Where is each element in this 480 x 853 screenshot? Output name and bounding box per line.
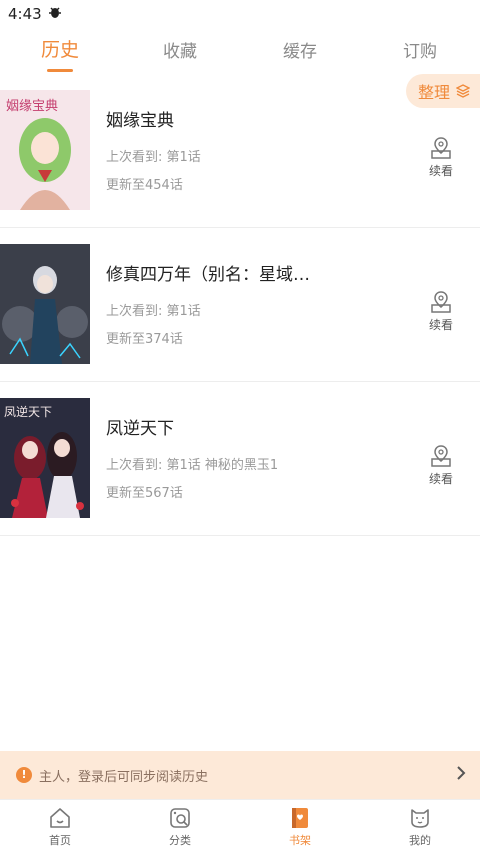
- cover-title-text: 凤逆天下: [4, 404, 52, 419]
- layers-icon: [456, 84, 471, 98]
- tab-history[interactable]: 历史: [0, 28, 120, 74]
- continue-button[interactable]: 续看: [426, 290, 456, 333]
- continue-button[interactable]: 续看: [426, 136, 456, 179]
- alert-icon: !: [16, 767, 32, 783]
- location-pin-icon: [431, 137, 451, 159]
- update-status: 更新至454话: [106, 178, 183, 193]
- update-status: 更新至567话: [106, 486, 183, 501]
- list-item[interactable]: 凤逆天下 凤逆天下 上次看到: 第1话 神秘的黑玉1 更新至567话 续看: [0, 382, 480, 536]
- login-prompt-bar[interactable]: ! 主人，登录后可同步阅读历史: [0, 751, 480, 799]
- nav-bookshelf[interactable]: 书架: [240, 800, 360, 853]
- status-time: 4:43: [8, 5, 42, 23]
- nav-category-label: 分类: [169, 834, 191, 847]
- continue-label: 续看: [428, 164, 453, 178]
- category-icon: [170, 808, 190, 828]
- update-status: 更新至374话: [106, 332, 183, 347]
- continue-label: 续看: [428, 318, 453, 332]
- bookshelf-icon: [292, 808, 308, 828]
- login-prompt-text: 主人，登录后可同步阅读历史: [39, 769, 209, 785]
- continue-button[interactable]: 续看: [426, 444, 456, 487]
- profile-icon: [411, 809, 429, 828]
- list-item[interactable]: 修真四万年（别名：星域… 上次看到: 第1话 更新至374话 续看: [0, 228, 480, 382]
- history-list: 姻缘宝典 姻缘宝典 上次看到: 第1话 更新至454话 续看 修真四万年（别名：…: [0, 74, 480, 536]
- chevron-right-icon: [456, 765, 466, 785]
- comic-title: 姻缘宝典: [106, 111, 174, 131]
- comic-cover[interactable]: 凤逆天下: [0, 398, 90, 518]
- comic-cover[interactable]: 姻缘宝典: [0, 90, 90, 210]
- nav-category[interactable]: 分类: [120, 800, 240, 853]
- tab-cache[interactable]: 缓存: [240, 28, 360, 74]
- location-pin-icon: [431, 445, 451, 467]
- status-bar: 4:43: [0, 0, 480, 28]
- comic-title: 凤逆天下: [106, 419, 174, 439]
- last-read: 上次看到: 第1话 神秘的黑玉1: [106, 458, 279, 473]
- location-pin-icon: [431, 291, 451, 313]
- nav-home[interactable]: 首页: [0, 800, 120, 853]
- nav-profile-label: 我的: [409, 834, 431, 847]
- bottom-nav: 首页 分类 书架 我的: [0, 799, 480, 853]
- cover-title-text: 姻缘宝典: [6, 99, 58, 114]
- nav-home-label: 首页: [49, 834, 71, 847]
- continue-label: 续看: [428, 472, 453, 486]
- last-read: 上次看到: 第1话: [106, 304, 201, 319]
- tab-subscriptions[interactable]: 订购: [360, 28, 480, 74]
- last-read: 上次看到: 第1话: [106, 150, 201, 165]
- nav-profile[interactable]: 我的: [360, 800, 480, 853]
- nav-bookshelf-label: 书架: [289, 834, 311, 847]
- home-icon: [50, 808, 70, 828]
- bug-icon: [48, 5, 62, 23]
- organize-label: 整理: [418, 83, 451, 102]
- organize-button[interactable]: 整理: [406, 74, 480, 108]
- comic-cover[interactable]: [0, 244, 90, 364]
- comic-title: 修真四万年（别名：星域…: [106, 265, 310, 285]
- tab-favorites[interactable]: 收藏: [120, 28, 240, 74]
- top-tabs: 历史 收藏 缓存 订购: [0, 28, 480, 74]
